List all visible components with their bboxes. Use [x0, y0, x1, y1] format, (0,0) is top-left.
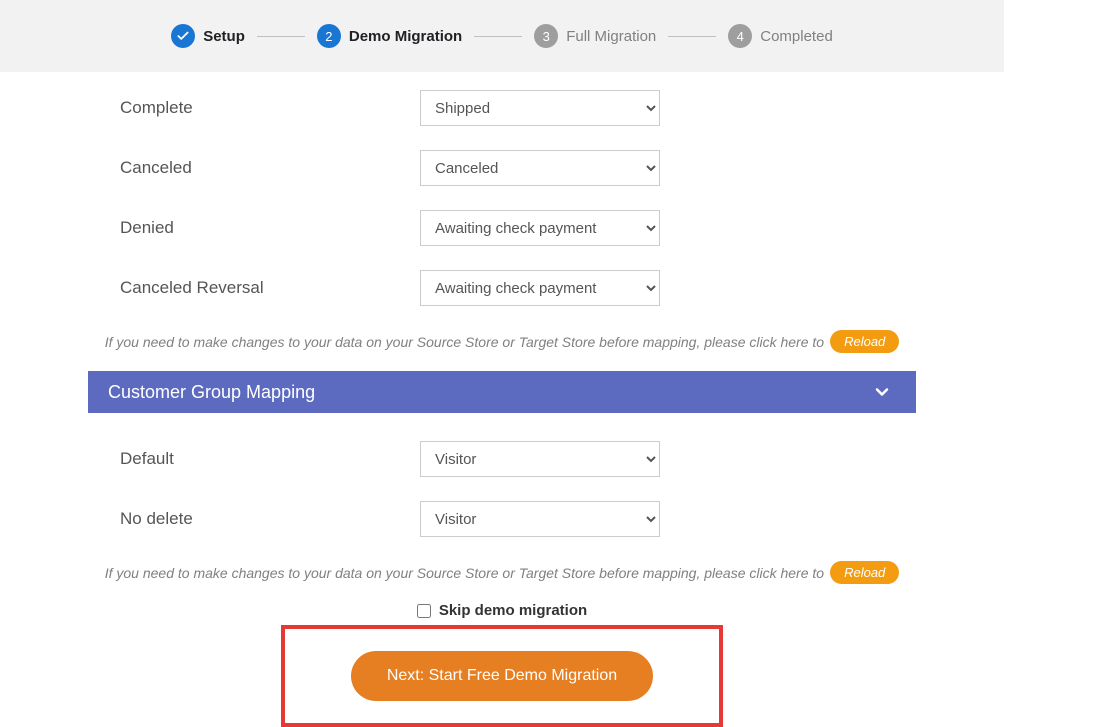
step-demo-migration: 2 Demo Migration: [317, 24, 462, 48]
section-title: Customer Group Mapping: [108, 382, 315, 403]
mapping-label: Canceled: [120, 158, 420, 178]
mapping-row-canceled: Canceled Canceled: [0, 150, 1004, 186]
mapping-row-default: Default Visitor: [0, 441, 1004, 477]
reload-hint: If you need to make changes to your data…: [0, 330, 1004, 353]
step-number: 4: [728, 24, 752, 48]
step-connector: [474, 36, 522, 37]
next-start-demo-button[interactable]: Next: Start Free Demo Migration: [351, 651, 653, 701]
step-number: 2: [317, 24, 341, 48]
skip-demo-checkbox[interactable]: [417, 604, 431, 618]
skip-demo-row: Skip demo migration: [0, 602, 1004, 619]
chevron-down-icon: [872, 382, 892, 402]
mapping-select-canceled[interactable]: Canceled: [420, 150, 660, 186]
step-connector: [257, 36, 305, 37]
checkmark-icon: [171, 24, 195, 48]
step-full-migration: 3 Full Migration: [534, 24, 656, 48]
step-label: Completed: [760, 28, 833, 45]
mapping-select-canceled-reversal[interactable]: Awaiting check payment: [420, 270, 660, 306]
stepper-bar: Setup 2 Demo Migration 3 Full Migration …: [0, 0, 1004, 72]
step-label: Full Migration: [566, 28, 656, 45]
reload-button[interactable]: Reload: [830, 330, 899, 353]
step-label: Demo Migration: [349, 28, 462, 45]
step-label: Setup: [203, 28, 245, 45]
mapping-row-denied: Denied Awaiting check payment: [0, 210, 1004, 246]
step-setup: Setup: [171, 24, 245, 48]
mapping-label: Complete: [120, 98, 420, 118]
reload-hint-text: If you need to make changes to your data…: [105, 565, 824, 581]
mapping-label: Denied: [120, 218, 420, 238]
mapping-label: Default: [120, 449, 420, 469]
highlight-box: Next: Start Free Demo Migration: [281, 625, 723, 727]
reload-hint-text: If you need to make changes to your data…: [105, 334, 824, 350]
mapping-select-denied[interactable]: Awaiting check payment: [420, 210, 660, 246]
skip-demo-label: Skip demo migration: [439, 602, 587, 619]
step-connector: [668, 36, 716, 37]
mapping-row-canceled-reversal: Canceled Reversal Awaiting check payment: [0, 270, 1004, 306]
mapping-select-no-delete[interactable]: Visitor: [420, 501, 660, 537]
mapping-label: Canceled Reversal: [120, 278, 420, 298]
mapping-row-complete: Complete Shipped: [0, 90, 1004, 126]
reload-button[interactable]: Reload: [830, 561, 899, 584]
main-content: Complete Shipped Canceled Canceled Denie…: [0, 72, 1004, 727]
customer-group-header[interactable]: Customer Group Mapping: [88, 371, 916, 413]
step-completed: 4 Completed: [728, 24, 833, 48]
reload-hint: If you need to make changes to your data…: [0, 561, 1004, 584]
step-number: 3: [534, 24, 558, 48]
mapping-row-no-delete: No delete Visitor: [0, 501, 1004, 537]
mapping-select-complete[interactable]: Shipped: [420, 90, 660, 126]
mapping-select-default[interactable]: Visitor: [420, 441, 660, 477]
mapping-label: No delete: [120, 509, 420, 529]
